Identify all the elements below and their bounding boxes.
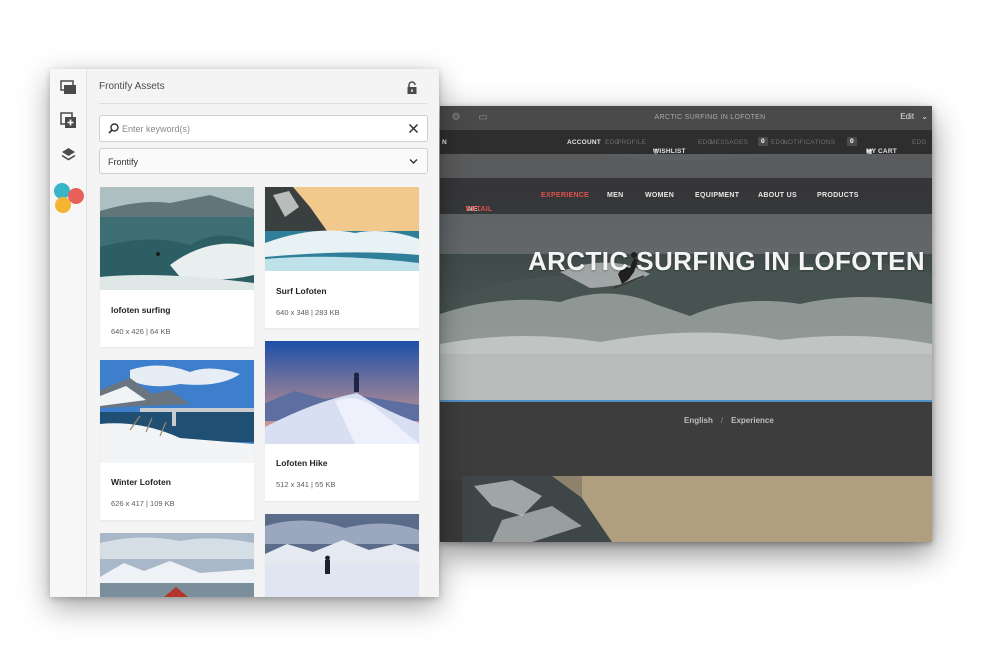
sign-in-link[interactable]: N xyxy=(442,139,447,146)
asset-card[interactable] xyxy=(265,514,419,597)
asset-thumbnail xyxy=(100,533,254,597)
nav-about-us[interactable]: ABOUT US xyxy=(758,192,797,199)
breadcrumb-section: English / Experience xyxy=(440,400,932,480)
asset-card[interactable]: Lofoten Hike 512 x 341 | 55 KB xyxy=(265,341,419,501)
nav-men[interactable]: MEN xyxy=(607,192,623,199)
breadcrumb: English / Experience xyxy=(684,416,774,425)
asset-card[interactable] xyxy=(100,533,254,597)
breadcrumb-english[interactable]: English xyxy=(684,416,713,425)
editor-toolbar: ⚙ ▭ ARCTIC SURFING IN LOFOTEN Edit ⌄ xyxy=(440,106,932,130)
messages-link[interactable]: MESSAGES xyxy=(710,139,748,146)
nav-women[interactable]: WOMEN xyxy=(645,192,674,199)
asset-meta: 512 x 341 | 55 KB xyxy=(276,480,336,489)
brand-accent: RETAIL xyxy=(466,206,493,213)
asset-thumbnail xyxy=(100,360,254,463)
breadcrumb-experience[interactable]: Experience xyxy=(731,416,774,425)
messages-count-badge: 0 xyxy=(758,137,768,146)
asset-meta: 626 x 417 | 109 KB xyxy=(111,499,175,508)
asset-card[interactable]: lofoten surfing 640 x 426 | 64 KB xyxy=(100,187,254,347)
site-preview-window: ⚙ ▭ ARCTIC SURFING IN LOFOTEN Edit ⌄ N A… xyxy=(440,106,932,542)
breadcrumb-separator: / xyxy=(720,416,724,425)
asset-thumbnail xyxy=(100,187,254,290)
edit-placeholder-tag: EDG xyxy=(912,139,927,146)
asset-name: lofoten surfing xyxy=(111,305,171,315)
profile-link[interactable]: PROFILE xyxy=(617,139,646,146)
asset-name: Surf Lofoten xyxy=(276,286,327,296)
chevron-down-icon: ⌄ xyxy=(921,112,928,121)
asset-name: Lofoten Hike xyxy=(276,458,328,468)
asset-meta: 640 x 426 | 64 KB xyxy=(111,327,171,336)
properties-icon[interactable]: ⚙ xyxy=(450,112,462,123)
nav-equipment[interactable]: EQUIPMENT xyxy=(695,192,739,199)
asset-thumbnail xyxy=(265,514,419,597)
asset-name: Winter Lofoten xyxy=(111,477,171,487)
hero-banner[interactable]: WE. RETAIL EXPERIENCE MEN WOMEN EQUIPMENT… xyxy=(440,154,932,400)
asset-card[interactable]: Winter Lofoten 626 x 417 | 109 KB xyxy=(100,360,254,520)
emulator-icon[interactable]: ▭ xyxy=(477,112,489,123)
asset-grid-viewport: lofoten surfing 640 x 426 | 64 KB Surf L… xyxy=(50,69,439,597)
hero-title: ARCTIC SURFING IN LOFOTEN xyxy=(528,246,926,276)
asset-card[interactable]: Surf Lofoten 640 x 348 | 283 KB xyxy=(265,187,419,328)
notifications-link[interactable]: NOTIFICATIONS xyxy=(783,139,835,146)
edit-mode-label: Edit xyxy=(900,112,915,121)
nav-experience[interactable]: EXPERIENCE xyxy=(541,192,589,199)
nav-products[interactable]: PRODUCTS xyxy=(817,192,859,199)
teaser-image[interactable] xyxy=(462,476,932,542)
editor-page-title: ARCTIC SURFING IN LOFOTEN xyxy=(654,114,766,121)
site-main-nav: WE. RETAIL EXPERIENCE MEN WOMEN EQUIPMENT… xyxy=(440,178,932,214)
edit-mode-dropdown[interactable]: Edit ⌄ xyxy=(900,112,928,121)
asset-thumbnail xyxy=(265,187,419,271)
asset-thumbnail xyxy=(265,341,419,444)
account-link[interactable]: ACCOUNT xyxy=(567,139,601,146)
notifications-count-badge: 0 xyxy=(847,137,857,146)
asset-meta: 640 x 348 | 283 KB xyxy=(276,308,340,317)
site-utility-nav: N ACCOUNT EDG PROFILE ♡ WISHLIST EDG MES… xyxy=(440,130,932,156)
